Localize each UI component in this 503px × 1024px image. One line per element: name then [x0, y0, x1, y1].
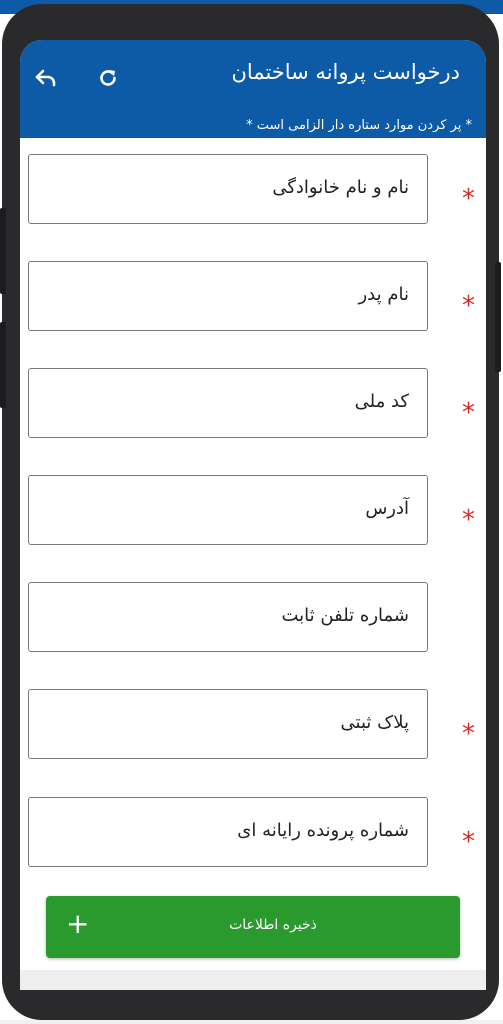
landline-phone-label: شماره تلفن ثابت: [281, 605, 410, 626]
required-star: *: [462, 827, 475, 857]
form-row-landline: شماره تلفن ثابت: [20, 582, 486, 654]
volume-button: [0, 208, 6, 294]
computer-file-number-field[interactable]: شماره پرونده رایانه ای: [28, 797, 428, 867]
save-button-label: ذخیره اطلاعات: [229, 917, 317, 933]
required-star: *: [462, 184, 475, 214]
bottom-edge: [0, 1020, 503, 1024]
phone-frame: درخواست پروانه ساختمان * پر کردن موارد س…: [0, 4, 501, 1020]
power-button: [0, 322, 6, 408]
side-button-right: [495, 262, 501, 372]
national-code-field[interactable]: کد ملی: [28, 368, 428, 438]
required-star: *: [462, 505, 475, 535]
app-screen: درخواست پروانه ساختمان * پر کردن موارد س…: [20, 40, 486, 990]
form-row-full-name: نام و نام خانوادگی *: [20, 154, 486, 226]
address-field[interactable]: آدرس: [28, 475, 428, 545]
form-row-registration-plate: پلاک ثبتی *: [20, 689, 486, 761]
required-star: *: [462, 291, 475, 321]
system-nav-bar: [20, 970, 486, 990]
save-button[interactable]: + ذخیره اطلاعات: [46, 896, 460, 958]
registration-plate-label: پلاک ثبتی: [340, 712, 409, 733]
form-row-national-code: کد ملی *: [20, 368, 486, 440]
registration-plate-field[interactable]: پلاک ثبتی: [28, 689, 428, 759]
required-fields-hint: * پر کردن موارد ستاره دار الزامی است *: [246, 118, 472, 133]
refresh-icon[interactable]: [92, 62, 124, 94]
back-arrow-icon[interactable]: [30, 62, 62, 94]
national-code-label: کد ملی: [354, 391, 409, 412]
father-name-field[interactable]: نام پدر: [28, 261, 428, 331]
full-name-field[interactable]: نام و نام خانوادگی: [28, 154, 428, 224]
full-name-label: نام و نام خانوادگی: [272, 177, 409, 198]
form-row-address: آدرس *: [20, 475, 486, 547]
page-title: درخواست پروانه ساختمان: [231, 60, 460, 84]
required-star: *: [462, 398, 475, 428]
form-row-father-name: نام پدر *: [20, 261, 486, 333]
computer-file-number-label: شماره پرونده رایانه ای: [237, 820, 409, 841]
father-name-label: نام پدر: [358, 284, 409, 305]
landline-phone-field[interactable]: شماره تلفن ثابت: [28, 582, 428, 652]
form-row-file-number: شماره پرونده رایانه ای *: [20, 797, 486, 869]
required-star: *: [462, 719, 475, 749]
address-label: آدرس: [365, 498, 409, 519]
app-bar: درخواست پروانه ساختمان * پر کردن موارد س…: [20, 40, 486, 138]
